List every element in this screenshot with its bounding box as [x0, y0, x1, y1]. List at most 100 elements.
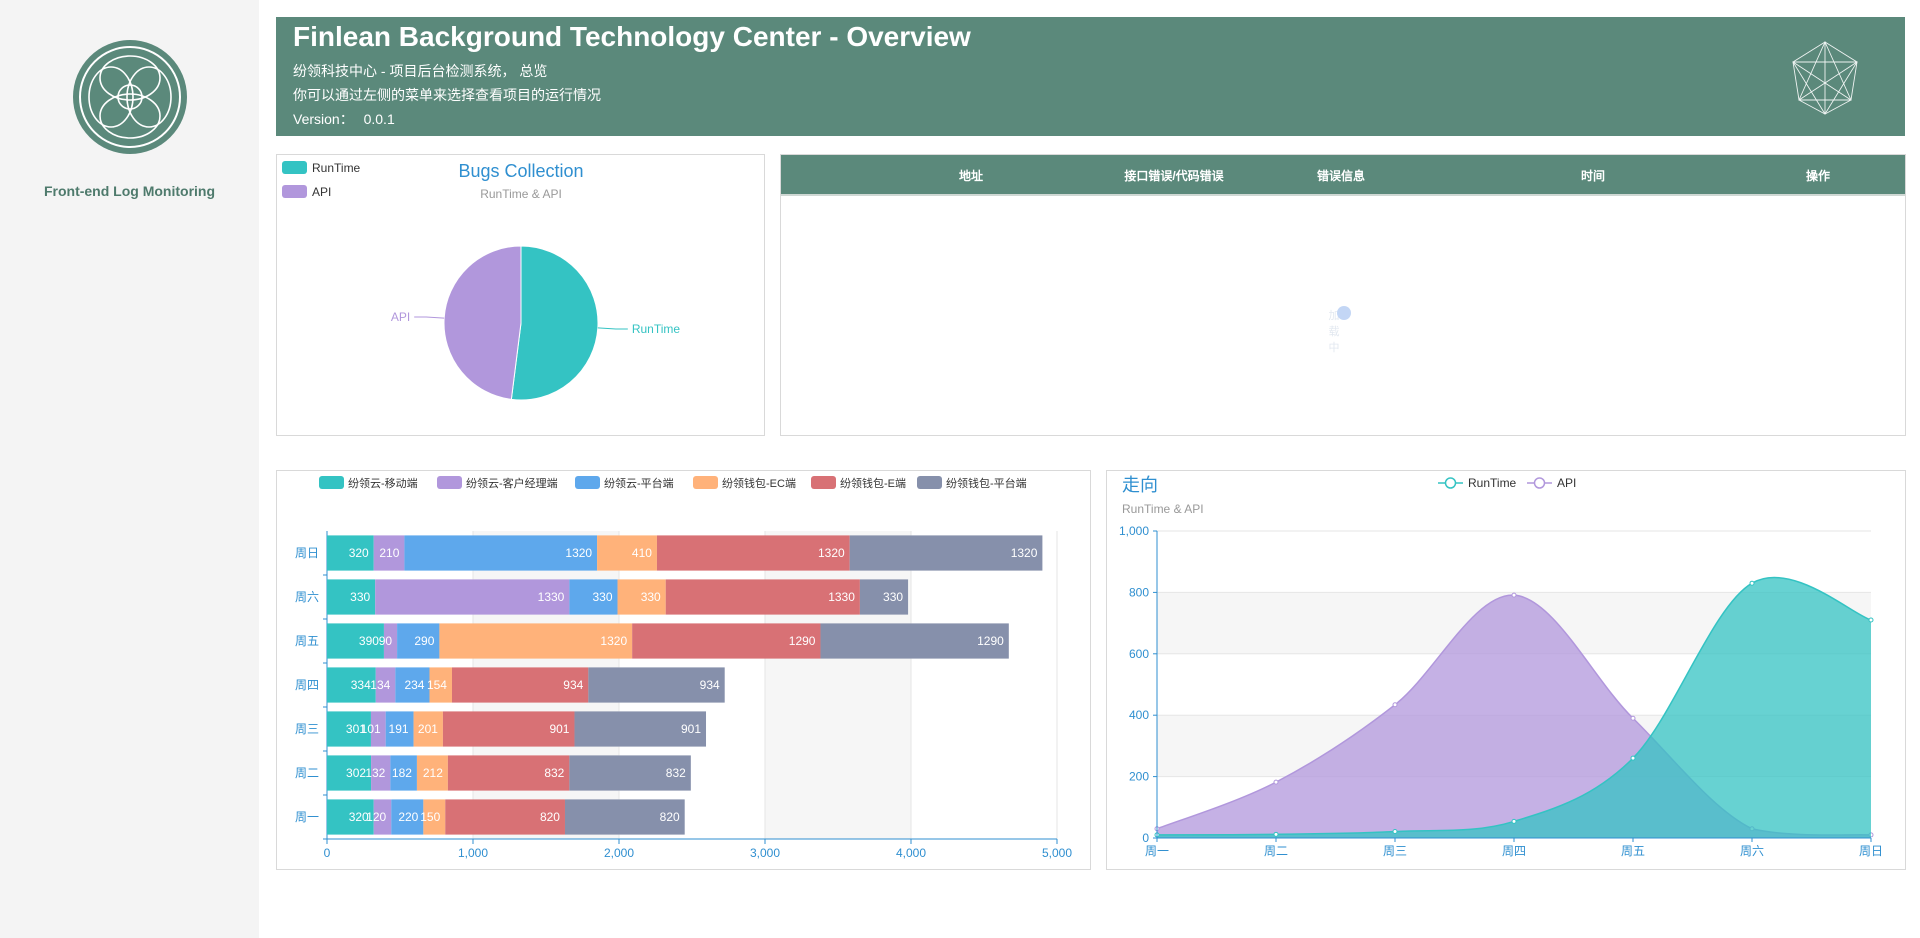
y-tick-label: 周六 — [295, 590, 319, 604]
legend-label-api[interactable]: API — [1557, 476, 1576, 490]
legend-label-series-6[interactable]: 纷领钱包-平台端 — [946, 476, 1027, 490]
y-tick-label: 周一 — [295, 810, 319, 824]
bar-data-label: 1330 — [828, 590, 855, 604]
trend-area-panel: 走向 RunTime & API 0 200 400 600 800 1,000 周一 周二 周… — [1106, 470, 1906, 870]
bar-data-label: 154 — [427, 678, 447, 692]
bar-data-label: 150 — [420, 810, 440, 824]
bar-data-label: 1330 — [538, 590, 565, 604]
x-tick-label: 5,000 — [1042, 846, 1072, 860]
pie-title: Bugs Collection — [458, 161, 583, 181]
bar-data-label: 1320 — [818, 546, 845, 560]
y-tick-label: 1,000 — [1119, 524, 1149, 538]
legend-label-series-4[interactable]: 纷领钱包-EC端 — [722, 476, 796, 490]
data-point-runtime[interactable] — [1630, 755, 1636, 761]
y-tick-label: 周五 — [295, 634, 319, 648]
x-tick-label: 3,000 — [750, 846, 780, 860]
bar-data-label: 330 — [593, 590, 613, 604]
bar-data-label: 410 — [632, 546, 652, 560]
brand-logo — [73, 40, 187, 154]
bar-data-label: 191 — [389, 722, 409, 736]
bar-data-label: 201 — [418, 722, 438, 736]
legend-label-series-1[interactable]: 纷领云-移动端 — [348, 477, 418, 490]
bar-data-label: 320 — [349, 546, 369, 560]
geometric-emblem-icon — [1792, 40, 1858, 115]
bar-data-label: 134 — [370, 678, 390, 692]
header-subtitle: 纷领科技中心 - 项目后台检测系统， 总览 — [293, 63, 548, 79]
header-banner: Finlean Background Technology Center - O… — [276, 17, 1905, 136]
bar-data-label: 832 — [666, 766, 686, 780]
legend-swatch-series-5 — [811, 476, 836, 489]
legend-swatch-series-1 — [319, 476, 344, 489]
area-title: 走向 — [1122, 475, 1158, 495]
bar-data-label: 832 — [544, 766, 564, 780]
bar-data-label: 290 — [414, 634, 434, 648]
y-tick-label: 周日 — [295, 546, 319, 560]
page-title: Finlean Background Technology Center - O… — [293, 21, 971, 52]
data-point-runtime[interactable] — [1749, 580, 1755, 586]
pie-label-runtime: RunTime — [632, 322, 681, 336]
data-point-runtime[interactable] — [1511, 818, 1517, 824]
x-tick-label: 周四 — [1502, 844, 1526, 858]
legend-swatch-api — [282, 185, 307, 198]
column-header-time[interactable]: 时间 — [1543, 167, 1643, 184]
legend-label-series-3[interactable]: 纷领云-平台端 — [604, 476, 674, 490]
stacked-bar-chart: 0 1,000 2,000 3,000 4,000 5,000 周一 320 120 220 150… — [295, 476, 1072, 860]
x-tick-label: 2,000 — [604, 846, 634, 860]
legend-swatch-series-2 — [437, 476, 462, 489]
y-tick-label: 周四 — [295, 678, 319, 692]
bar-data-label: 934 — [563, 678, 583, 692]
bar-data-label: 1320 — [565, 546, 592, 560]
data-point-runtime[interactable] — [1392, 829, 1398, 835]
logo-rings-icon — [79, 46, 181, 148]
data-point-api[interactable] — [1392, 702, 1398, 708]
y-tick-label: 周二 — [295, 766, 319, 780]
x-tick-label: 4,000 — [896, 846, 926, 860]
bar-data-label: 234 — [404, 678, 424, 692]
x-tick-label: 周一 — [1145, 844, 1169, 858]
pie-slice-api[interactable] — [443, 245, 522, 400]
header-description: 你可以通过左侧的菜单来选择查看项目的运行情况 — [293, 87, 601, 103]
x-tick-label: 周日 — [1859, 844, 1883, 858]
y-tick-label: 800 — [1129, 585, 1149, 599]
bar-data-label: 901 — [549, 722, 569, 736]
x-tick-label: 周三 — [1383, 844, 1407, 858]
column-header-error-message[interactable]: 错误信息 — [1291, 167, 1391, 184]
bar-data-label: 334 — [351, 678, 371, 692]
y-tick-label: 600 — [1129, 647, 1149, 661]
bar-data-label: 1290 — [789, 634, 816, 648]
legend-swatch-runtime — [282, 161, 307, 174]
bar-data-label: 182 — [392, 766, 412, 780]
legend-swatch-series-4 — [693, 476, 718, 489]
bar-data-label: 101 — [361, 722, 381, 736]
bar-data-label: 1320 — [1011, 546, 1038, 560]
bar-data-label: 132 — [365, 766, 385, 780]
column-header-address[interactable]: 地址 — [921, 167, 1021, 184]
error-table-panel: 地址 接口错误/代码错误 错误信息 时间 操作 加载中 — [780, 154, 1906, 436]
data-point-runtime[interactable] — [1868, 617, 1874, 623]
column-header-error-type[interactable]: 接口错误/代码错误 — [1114, 167, 1234, 184]
y-tick-label: 200 — [1129, 770, 1149, 784]
bar-data-label: 1320 — [600, 634, 627, 648]
x-tick-label: 0 — [324, 846, 331, 860]
table-header: 地址 接口错误/代码错误 错误信息 时间 操作 — [781, 155, 1905, 196]
pie-slice-runtime[interactable] — [510, 245, 599, 401]
data-point-api[interactable] — [1630, 715, 1636, 721]
bar-data-label: 210 — [379, 546, 399, 560]
data-point-runtime[interactable] — [1273, 831, 1279, 837]
legend-swatch-series-3 — [575, 476, 600, 489]
area-subtitle: RunTime & API — [1122, 502, 1204, 516]
legend-label-api[interactable]: API — [312, 185, 331, 199]
data-point-api[interactable] — [1511, 592, 1517, 598]
x-tick-label: 周二 — [1264, 844, 1288, 858]
version-line: Version： 0.0.1 — [293, 109, 395, 129]
legend-label-runtime[interactable]: RunTime — [312, 161, 361, 175]
data-point-api[interactable] — [1273, 779, 1279, 785]
column-header-actions[interactable]: 操作 — [1768, 167, 1868, 184]
pie-label-line-api — [414, 316, 445, 319]
legend-marker-runtime — [1444, 477, 1457, 489]
legend-label-series-2[interactable]: 纷领云-客户经理端 — [466, 476, 558, 490]
sidebar-title: Front-end Log Monitoring — [43, 183, 216, 199]
legend-label-series-5[interactable]: 纷领钱包-E端 — [840, 476, 906, 490]
legend-label-runtime[interactable]: RunTime — [1468, 476, 1517, 490]
bar-data-label: 934 — [700, 678, 720, 692]
